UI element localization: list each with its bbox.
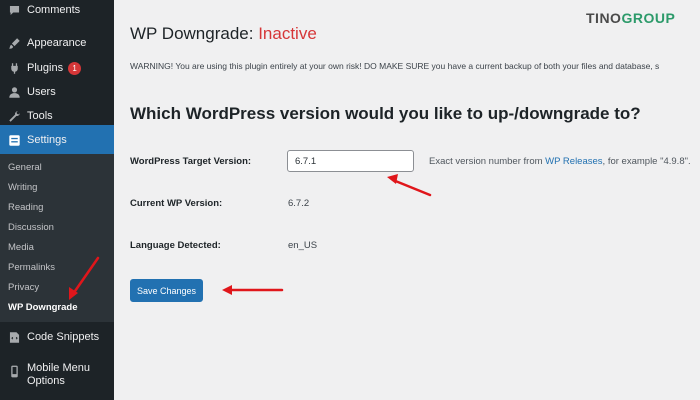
brush-icon xyxy=(7,36,21,50)
menu-comments[interactable]: Comments xyxy=(0,0,114,25)
submenu-writing[interactable]: Writing xyxy=(8,182,37,193)
plugin-status: Inactive xyxy=(258,24,317,43)
submenu-general[interactable]: General xyxy=(8,162,42,173)
language-label: Language Detected: xyxy=(130,240,221,251)
submenu-wp-downgrade[interactable]: WP Downgrade xyxy=(8,302,78,313)
settings-icon xyxy=(7,133,21,147)
settings-submenu: General Writing Reading Discussion Media… xyxy=(0,154,114,322)
menu-settings[interactable]: Settings xyxy=(0,125,114,155)
plugin-icon xyxy=(7,61,21,75)
user-icon xyxy=(7,85,21,99)
target-version-input[interactable] xyxy=(287,150,414,172)
warning-notice: WARNING! You are using this plugin entir… xyxy=(130,61,660,71)
submenu-privacy[interactable]: Privacy xyxy=(8,282,39,293)
section-heading: Which WordPress version would you like t… xyxy=(130,104,641,123)
language-value: en_US xyxy=(288,240,318,251)
admin-sidebar: Comments Appearance Plugins 1 Users Tool… xyxy=(0,0,114,400)
page-title: WP Downgrade: Inactive xyxy=(130,24,317,43)
wp-releases-link[interactable]: WP Releases xyxy=(545,156,602,167)
submenu-reading[interactable]: Reading xyxy=(8,202,43,213)
submenu-permalinks[interactable]: Permalinks xyxy=(8,262,55,273)
menu-code-snippets[interactable]: Code Snippets xyxy=(0,322,114,352)
wrench-icon xyxy=(7,109,21,123)
tinogroup-logo: TINOGROUP xyxy=(586,10,676,26)
mobile-icon xyxy=(7,364,21,378)
main-content: WP Downgrade: Inactive TINOGROUP WARNING… xyxy=(114,0,700,400)
code-icon xyxy=(7,330,21,344)
menu-mobile-menu-options[interactable]: Mobile Menu Options xyxy=(0,362,114,398)
submenu-media[interactable]: Media xyxy=(8,242,34,253)
comment-icon xyxy=(7,3,21,17)
submenu-discussion[interactable]: Discussion xyxy=(8,222,54,233)
save-changes-button[interactable]: Save Changes xyxy=(130,279,203,302)
current-version-label: Current WP Version: xyxy=(130,198,223,209)
plugins-update-badge: 1 xyxy=(68,61,82,75)
target-version-hint: Exact version number from WP Releases, f… xyxy=(429,156,691,167)
current-version-value: 6.7.2 xyxy=(288,198,310,209)
target-version-label: WordPress Target Version: xyxy=(130,156,252,167)
